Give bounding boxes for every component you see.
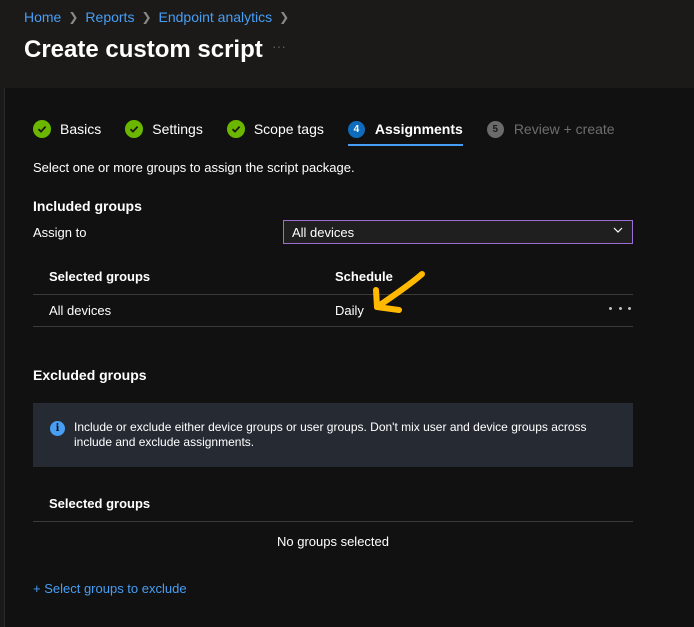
wizard-steps: Basics Settings Scope tags 4 Assignments… xyxy=(33,117,639,147)
step-number-badge: 4 xyxy=(347,120,365,138)
included-groups-heading: Included groups xyxy=(33,198,142,214)
chevron-down-icon xyxy=(612,224,624,239)
breadcrumb-home[interactable]: Home xyxy=(24,9,61,25)
divider xyxy=(33,521,633,522)
divider xyxy=(33,294,633,295)
info-text: Include or exclude either device groups … xyxy=(74,420,587,449)
assign-to-value: All devices xyxy=(292,225,355,240)
step-settings[interactable]: Settings xyxy=(125,117,203,141)
step-basics[interactable]: Basics xyxy=(33,117,101,141)
step-label: Review + create xyxy=(513,121,615,137)
breadcrumb: Home ❯ Reports ❯ Endpoint analytics ❯ xyxy=(24,9,296,25)
step-label: Settings xyxy=(152,121,203,137)
step-label: Scope tags xyxy=(253,121,324,137)
step-number-badge: 5 xyxy=(486,120,504,138)
assign-to-dropdown[interactable]: All devices xyxy=(283,220,633,244)
step-scope-tags[interactable]: Scope tags xyxy=(226,117,324,141)
column-selected-groups: Selected groups xyxy=(49,269,151,284)
column-selected-groups: Selected groups xyxy=(49,496,151,511)
step-assignments[interactable]: 4 Assignments xyxy=(347,117,463,146)
chevron-right-icon: ❯ xyxy=(279,10,290,24)
step-label: Basics xyxy=(60,121,102,137)
annotation-arrow-icon xyxy=(373,271,425,313)
checkmark-icon xyxy=(226,120,245,138)
header: Home ❯ Reports ❯ Endpoint analytics ❯ Cr… xyxy=(0,0,694,88)
row-group-name: All devices xyxy=(49,303,112,318)
info-message: i Include or exclude either device group… xyxy=(33,403,633,467)
chevron-right-icon: ❯ xyxy=(141,10,152,24)
assignments-description: Select one or more groups to assign the … xyxy=(33,160,355,175)
more-options-icon[interactable]: ··· xyxy=(272,38,286,54)
step-label: Assignments xyxy=(374,121,463,137)
checkmark-icon xyxy=(33,120,51,138)
excluded-groups-heading: Excluded groups xyxy=(33,367,147,383)
step-review-create: 5 Review + create xyxy=(486,117,615,141)
divider xyxy=(33,326,633,327)
row-more-options-icon[interactable] xyxy=(609,300,631,316)
checkmark-icon xyxy=(125,120,144,138)
main-panel: Basics Settings Scope tags 4 Assignments… xyxy=(4,88,694,627)
breadcrumb-reports[interactable]: Reports xyxy=(85,9,134,25)
info-icon: i xyxy=(50,421,65,436)
select-groups-to-exclude-link[interactable]: + Select groups to exclude xyxy=(33,581,187,596)
row-schedule[interactable]: Daily xyxy=(335,303,364,318)
breadcrumb-endpoint-analytics[interactable]: Endpoint analytics xyxy=(159,9,273,25)
assign-to-label: Assign to xyxy=(33,225,87,240)
empty-state-text: No groups selected xyxy=(276,534,389,549)
chevron-right-icon: ❯ xyxy=(68,10,79,24)
page-title: Create custom script xyxy=(24,36,263,63)
